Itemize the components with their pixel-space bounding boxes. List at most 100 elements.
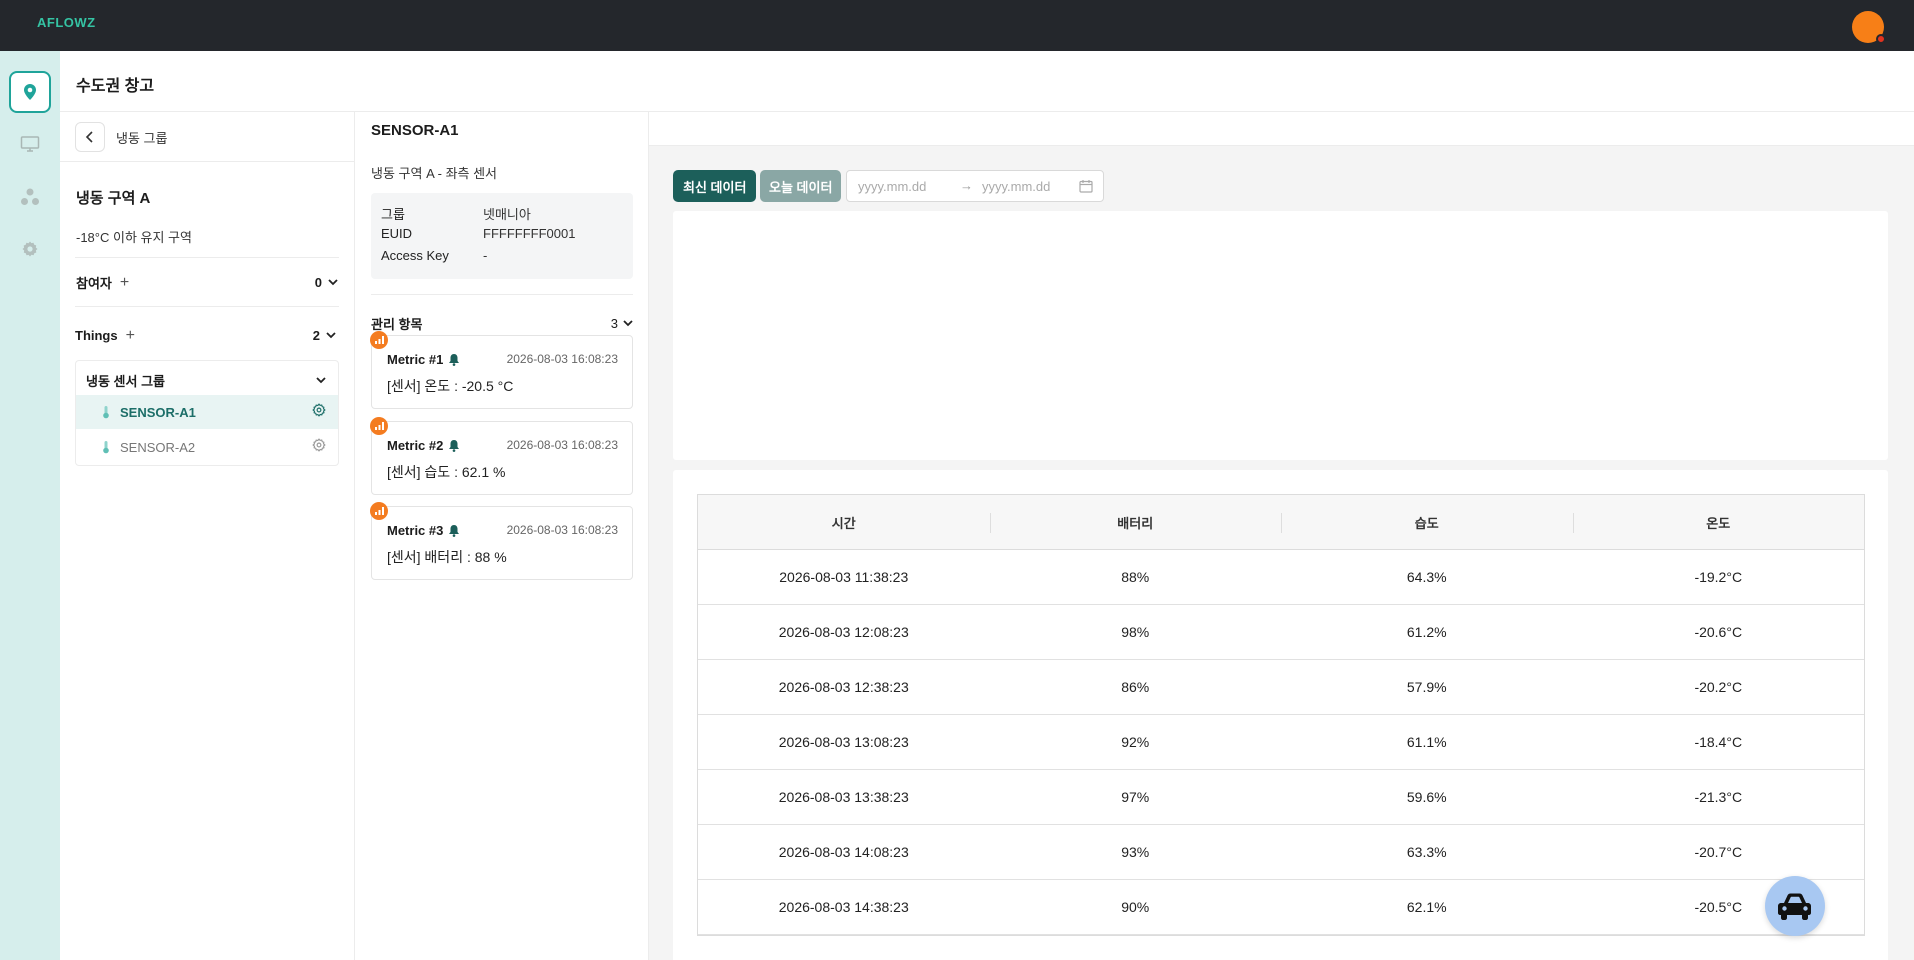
nav-settings-button[interactable]	[9, 228, 51, 270]
back-button[interactable]	[75, 122, 105, 152]
top-bar: AFLOWZ	[0, 0, 1914, 51]
management-row: 관리 항목 3	[371, 314, 633, 333]
management-count: 3	[610, 316, 618, 331]
info-value: -	[483, 248, 488, 263]
data-table: 시간 배터리 습도 온도 2026-08-03 11:38:23 88% 64.3%…	[697, 494, 1865, 936]
table-cell: 61.2%	[1406, 624, 1447, 640]
sensor-item-a1[interactable]: SENSOR-A1	[76, 395, 338, 429]
table-cell: 2026-08-03 12:08:23	[778, 624, 909, 640]
nav-monitor-button[interactable]	[9, 123, 51, 165]
metric-value: [센서] 습도 : 62.1 %	[387, 464, 506, 480]
column-header[interactable]: 습도	[1281, 495, 1573, 549]
table-cell: -20.7°C	[1694, 844, 1743, 860]
management-toggle[interactable]: 3	[611, 316, 633, 331]
table-row: 2026-08-03 12:38:23 86% 57.9% -20.2°C	[698, 660, 1864, 715]
table-cell: 61.1%	[1406, 734, 1447, 750]
car-icon	[1778, 893, 1811, 920]
metric-name: Metric #2	[387, 438, 444, 453]
chevron-down-icon	[316, 377, 326, 384]
floating-car-button[interactable]	[1765, 876, 1825, 936]
thermometer-icon	[103, 441, 109, 454]
info-row-group: 그룹 넷매니아	[381, 204, 531, 223]
table-cell: 2026-08-03 14:08:23	[778, 844, 909, 860]
sensor-name: SENSOR-A1	[120, 404, 196, 420]
back-row: 냉동 그룹	[75, 122, 167, 152]
latest-data-button[interactable]: 최신 데이터	[673, 170, 757, 202]
side-nav	[0, 51, 60, 960]
bell-icon[interactable]	[448, 439, 460, 452]
monitor-icon	[20, 136, 40, 152]
nav-nodes-button[interactable]	[9, 176, 51, 218]
table-cell: 2026-08-03 13:38:23	[778, 789, 909, 805]
bell-icon[interactable]	[448, 524, 460, 537]
info-key: 그룹	[381, 207, 405, 222]
participants-toggle[interactable]: 0	[315, 275, 338, 290]
calendar-icon[interactable]	[1079, 179, 1093, 193]
sensor-group-header[interactable]: 냉동 센서 그룹	[86, 371, 326, 390]
things-toggle[interactable]: 2	[313, 328, 336, 343]
metric-name-row: Metric #1	[387, 352, 460, 367]
sensor-name: SENSOR-A2	[120, 439, 196, 455]
table-cell: 57.9%	[1406, 679, 1447, 695]
today-data-button[interactable]: 오늘 데이터	[760, 170, 842, 202]
metric-card-2[interactable]: Metric #2 2026-08-03 16:08:23 [센서] 습도 : …	[370, 417, 633, 495]
chevron-down-icon	[328, 279, 338, 286]
sensor-group: 냉동 센서 그룹 SENSOR-A1 SENSOR-A2	[75, 360, 339, 466]
add-participant-icon[interactable]: +	[120, 275, 129, 291]
gear-icon[interactable]	[312, 438, 326, 452]
chevron-left-icon	[85, 131, 93, 143]
sensor-item-a2[interactable]: SENSOR-A2	[76, 430, 338, 464]
device-title: SENSOR-A1	[371, 122, 459, 139]
table-cell: 2026-08-03 11:38:23	[779, 569, 909, 585]
info-value: FFFFFFFF0001	[483, 226, 576, 241]
table-row: 2026-08-03 11:38:23 88% 64.3% -19.2°C	[698, 550, 1864, 605]
divider	[75, 257, 339, 258]
metric-card-3[interactable]: Metric #3 2026-08-03 16:08:23 [센서] 배터리 :…	[370, 502, 633, 580]
table-cell: 63.3%	[1406, 844, 1447, 860]
table-cell: 93%	[1121, 844, 1150, 860]
page-title: 수도권 창고	[76, 78, 155, 95]
metric-time: 2026-08-03 16:08:23	[506, 523, 618, 537]
table-cell: 98%	[1121, 624, 1150, 640]
table-cell: 64.3%	[1406, 569, 1447, 585]
info-row-access-key: Access Key -	[381, 248, 487, 263]
device-subtitle: 냉동 구역 A - 좌측 센서	[371, 166, 498, 181]
gear-icon[interactable]	[312, 403, 326, 417]
table-row: 2026-08-03 12:08:23 98% 61.2% -20.6°C	[698, 605, 1864, 660]
table-panel: 시간 배터리 습도 온도 2026-08-03 11:38:23 88% 64.3%…	[673, 470, 1888, 960]
nav-map-button[interactable]	[9, 71, 51, 113]
gear-icon	[22, 241, 38, 257]
add-thing-icon[interactable]: +	[126, 328, 135, 344]
table-cell: 2026-08-03 14:38:23	[778, 899, 909, 915]
app-logo[interactable]: AFLOWZ	[37, 15, 96, 30]
column-header[interactable]: 배터리	[989, 495, 1282, 549]
chart-panel	[673, 211, 1888, 460]
table-cell: 90%	[1121, 899, 1150, 915]
metric-card-1[interactable]: Metric #1 2026-08-03 16:08:23 [센서] 온도 : …	[370, 331, 633, 409]
start-date-input[interactable]: yyyy.mm.dd	[858, 179, 926, 194]
table-cell: 2026-08-03 12:38:23	[778, 679, 909, 695]
table-cell: 86%	[1121, 679, 1150, 695]
info-row-euid: EUID FFFFFFFF0001	[381, 226, 575, 241]
user-avatar[interactable]	[1852, 11, 1886, 44]
things-count: 2	[312, 328, 320, 343]
table-row: 2026-08-03 13:38:23 97% 59.6% -21.3°C	[698, 770, 1864, 825]
chevron-down-icon	[623, 320, 633, 327]
device-info: 그룹 넷매니아 EUID FFFFFFFF0001 Access Key -	[371, 193, 633, 279]
metric-time: 2026-08-03 16:08:23	[506, 352, 618, 366]
sensor-group-name: 냉동 센서 그룹	[86, 374, 165, 389]
end-date-input[interactable]: yyyy.mm.dd	[982, 179, 1050, 194]
metric-name: Metric #1	[387, 352, 444, 367]
group-panel: 냉동 그룹 냉동 구역 A -18°C 이하 유지 구역 참여자 + 0 Thi…	[60, 112, 355, 960]
things-label: Things	[75, 328, 118, 343]
column-header[interactable]: 시간	[698, 495, 990, 549]
bell-icon[interactable]	[448, 353, 460, 366]
metric-value: [센서] 온도 : -20.5 °C	[387, 378, 514, 394]
metric-value: [센서] 배터리 : 88 %	[387, 549, 507, 565]
zone-title: 냉동 구역 A	[76, 190, 151, 207]
date-range-picker[interactable]: yyyy.mm.dd → yyyy.mm.dd	[846, 170, 1104, 202]
column-header[interactable]: 온도	[1572, 495, 1865, 549]
notification-dot	[1876, 34, 1886, 44]
info-key: Access Key	[381, 248, 449, 263]
things-row: Things + 2	[75, 328, 338, 344]
